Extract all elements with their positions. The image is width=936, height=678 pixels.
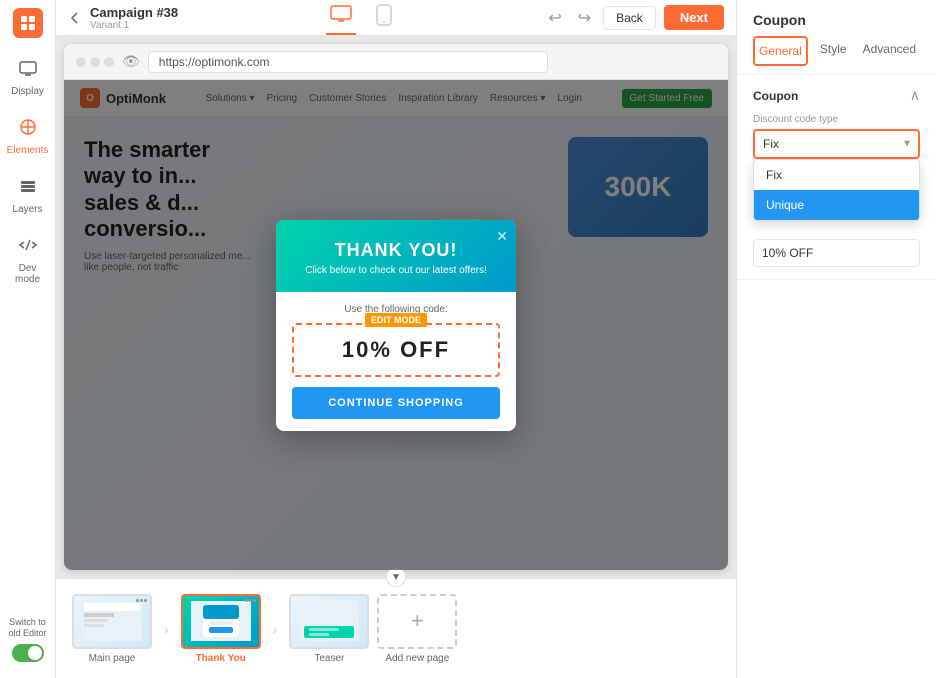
right-panel: Coupon General Style Advanced Coupon ∧ D… <box>736 0 936 678</box>
display-icon <box>18 58 38 83</box>
arrow-2: › <box>269 621 282 637</box>
top-bar: Campaign #38 Variant 1 ↩ ↪ <box>56 0 736 36</box>
discount-type-select[interactable]: Fix <box>753 129 920 159</box>
sidebar-display-label: Display <box>11 86 44 97</box>
coupon-value-section: 10% OFF <box>753 239 920 267</box>
switch-editor[interactable]: Switch to old Editor <box>0 609 55 670</box>
thumb-inner-teaser <box>291 596 367 647</box>
popup-body: Use the following code: EDIT MODE 10% OF… <box>276 292 516 431</box>
browser-dot-3 <box>104 57 114 67</box>
arrow-1: › <box>160 621 173 637</box>
next-button[interactable]: Next <box>664 5 724 30</box>
campaign-info: Campaign #38 Variant 1 <box>90 5 178 31</box>
browser-url[interactable]: https://optimonk.com <box>148 51 548 73</box>
main-area: Campaign #38 Variant 1 ↩ ↪ <box>56 0 736 678</box>
thumb-dots-main <box>136 599 147 602</box>
sidebar-item-display[interactable]: Display <box>3 50 53 105</box>
browser-container: 👁 https://optimonk.com O OptiMonk Soluti… <box>56 36 736 578</box>
add-page-icon: + <box>377 594 457 649</box>
thumb-inner-main <box>74 596 150 647</box>
edit-mode-badge: EDIT MODE <box>365 313 427 327</box>
popup-overlay: ✕ THANK YOU! Click below to check out ou… <box>64 80 728 570</box>
coupon-code: 10% OFF <box>306 337 486 363</box>
sidebar-item-devmode[interactable]: Dev mode <box>3 227 53 293</box>
coupon-section: Coupon ∧ Discount code type Fix ▼ Fix Un… <box>737 75 936 280</box>
topbar-center <box>326 0 396 35</box>
popup-modal: ✕ THANK YOU! Click below to check out ou… <box>276 220 516 431</box>
coupon-value-input[interactable]: 10% OFF <box>753 239 920 267</box>
thumb-frame-thankyou <box>181 594 261 649</box>
collapse-icon[interactable]: ∧ <box>910 87 920 104</box>
continue-shopping-button[interactable]: CONTINUE SHOPPING <box>292 387 500 419</box>
thumb-frame-teaser <box>289 594 369 649</box>
toggle-switch[interactable] <box>12 644 44 662</box>
coupon-box[interactable]: 10% OFF <box>292 323 500 377</box>
left-sidebar: Display Elements Layers <box>0 0 56 678</box>
thumb-dots-thankyou <box>245 599 256 602</box>
tab-style[interactable]: Style <box>808 36 859 66</box>
topbar-left: Campaign #38 Variant 1 <box>68 5 178 31</box>
thumb-label-thankyou: Thank You <box>196 653 246 664</box>
campaign-title: Campaign #38 <box>90 5 178 20</box>
browser-eye-icon: 👁 <box>122 53 140 70</box>
browser-dot-2 <box>90 57 100 67</box>
back-arrow-button[interactable] <box>68 11 82 25</box>
thumb-label-main: Main page <box>89 653 136 664</box>
browser-toolbar: 👁 https://optimonk.com <box>64 44 728 80</box>
panel-title: Coupon <box>753 12 920 28</box>
panel-tabs: General Style Advanced <box>753 36 920 66</box>
page-thumbnail-teaser[interactable]: Teaser <box>289 594 369 664</box>
browser-window: 👁 https://optimonk.com O OptiMonk Soluti… <box>64 44 728 570</box>
mobile-device-button[interactable] <box>372 0 396 35</box>
desktop-device-button[interactable] <box>326 0 356 35</box>
undo-button[interactable]: ↩ <box>544 6 565 30</box>
popup-subtitle: Click below to check out our latest offe… <box>292 265 500 276</box>
elements-icon <box>18 117 38 142</box>
browser-dot-1 <box>76 57 86 67</box>
popup-title: THANK YOU! <box>292 240 500 261</box>
page-thumbnail-main[interactable]: Main page <box>72 594 152 664</box>
sidebar-item-elements[interactable]: Elements <box>3 109 53 164</box>
expand-button[interactable]: ▼ <box>386 567 406 587</box>
add-page-label: Add new page <box>385 653 449 664</box>
website-content: O OptiMonk Solutions ▾ Pricing Customer … <box>64 80 728 570</box>
sidebar-layers-label: Layers <box>12 204 42 215</box>
dropdown-menu: Fix Unique <box>753 159 920 221</box>
back-button[interactable]: Back <box>603 6 656 30</box>
field-label: Discount code type <box>753 114 920 125</box>
section-title: Coupon <box>753 89 798 103</box>
sidebar-item-layers[interactable]: Layers <box>3 168 53 223</box>
layers-icon <box>18 176 38 201</box>
thumb-frame-main <box>72 594 152 649</box>
popup-header: ✕ THANK YOU! Click below to check out ou… <box>276 220 516 292</box>
thumb-inner-thankyou <box>183 596 259 647</box>
tab-general[interactable]: General <box>753 36 808 66</box>
sidebar-devmode-label: Dev mode <box>7 263 49 285</box>
coupon-box-wrapper: EDIT MODE 10% OFF <box>292 323 500 377</box>
website-background: O OptiMonk Solutions ▾ Pricing Customer … <box>64 80 728 570</box>
campaign-variant: Variant 1 <box>90 20 178 31</box>
app-logo <box>13 8 43 38</box>
thumb-label-teaser: Teaser <box>314 653 344 664</box>
discount-type-select-wrapper: Fix ▼ Fix Unique <box>753 129 920 159</box>
panel-header: Coupon General Style Advanced <box>737 0 936 75</box>
devmode-icon <box>18 235 38 260</box>
section-header: Coupon ∧ <box>753 87 920 104</box>
browser-dots <box>76 57 114 67</box>
dropdown-item-fix[interactable]: Fix <box>754 160 919 190</box>
page-thumbnail-thankyou[interactable]: Thank You <box>181 594 261 664</box>
sidebar-elements-label: Elements <box>7 145 49 156</box>
add-page-button[interactable]: + Add new page <box>377 594 457 664</box>
bottom-bar: ▼ Main page › <box>56 578 736 678</box>
redo-button[interactable]: ↪ <box>574 6 595 30</box>
dropdown-item-unique[interactable]: Unique <box>754 190 919 220</box>
tab-advanced[interactable]: Advanced <box>859 36 920 66</box>
popup-close-button[interactable]: ✕ <box>496 228 508 245</box>
topbar-right: ↩ ↪ Back Next <box>544 5 724 30</box>
